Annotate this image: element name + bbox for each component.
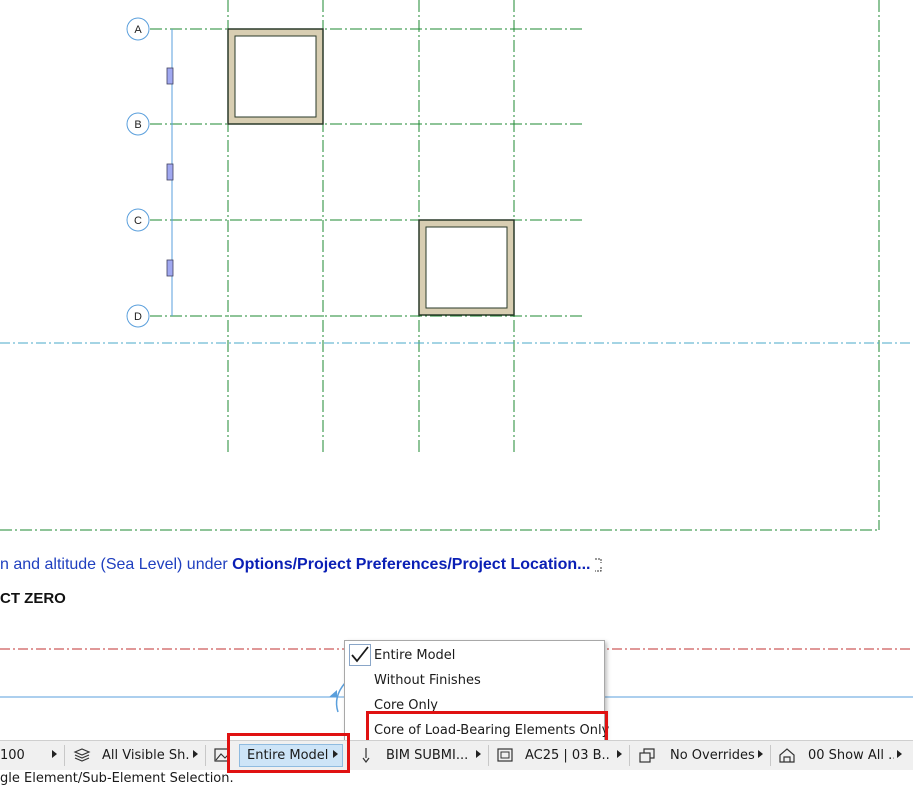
checkmark-icon <box>349 644 371 666</box>
model-view-options-field[interactable]: BIM SUBMI... <box>386 745 472 766</box>
overrides-dropdown-arrow[interactable] <box>758 750 763 758</box>
column-2[interactable] <box>418 219 515 316</box>
separator <box>64 745 65 766</box>
graphic-override-icon <box>639 748 655 763</box>
grid-bubble-label: D <box>134 311 142 323</box>
floor-plan-canvas[interactable]: A B C D <box>0 0 913 745</box>
renovation-filter-field[interactable]: 00 Show All ... <box>808 745 894 766</box>
status-hint: gle Element/Sub-Element Selection. <box>0 771 234 786</box>
grid-bubble-c[interactable]: C <box>126 208 150 232</box>
layer-dropdown-arrow[interactable] <box>193 750 198 758</box>
graphic-overrides-field[interactable]: No Overrides <box>670 745 756 766</box>
text-block-corner-icon <box>594 558 602 572</box>
quick-options-bar: 100 All Visible Sh... Entire Model BIM S… <box>0 740 913 770</box>
pen-set-field[interactable]: AC25 | 03 B... <box>525 745 611 766</box>
separator <box>770 745 771 766</box>
scale-field[interactable]: 100 <box>0 745 40 766</box>
pen-set-dropdown-arrow[interactable] <box>617 750 622 758</box>
note-prefix: n and altitude (Sea Level) under <box>0 556 233 573</box>
grid-bubble-label: A <box>134 24 142 36</box>
highlight-entire-model <box>227 733 350 773</box>
mvo-dropdown-arrow[interactable] <box>476 750 481 758</box>
grid-bubble-d[interactable]: D <box>126 304 150 328</box>
grid-bubble-label: C <box>134 215 142 227</box>
menu-item-entire-model[interactable]: Entire Model <box>374 645 455 667</box>
section-marker <box>329 690 337 697</box>
layer-combination-field[interactable]: All Visible Sh... <box>102 745 190 766</box>
note-link[interactable]: Options/Project Preferences/Project Loca… <box>232 556 590 573</box>
renovation-icon <box>779 748 795 763</box>
project-location-note[interactable]: n and altitude (Sea Level) under Options… <box>0 556 603 574</box>
separator <box>488 745 489 766</box>
renovation-dropdown-arrow[interactable] <box>897 750 902 758</box>
grid-bubble-a[interactable]: A <box>126 17 150 41</box>
column-1[interactable] <box>227 28 324 125</box>
separator <box>629 745 630 766</box>
zero-label: CT ZERO <box>0 590 66 607</box>
pen-set-icon <box>497 748 513 762</box>
grid-bubble-label: B <box>134 119 141 131</box>
pen-icon <box>362 748 370 763</box>
menu-item-without-finishes[interactable]: Without Finishes <box>374 670 481 692</box>
scale-dropdown-arrow[interactable] <box>52 750 57 758</box>
separator <box>205 745 206 766</box>
grid-bubble-b[interactable]: B <box>126 112 150 136</box>
layers-icon <box>73 748 91 762</box>
